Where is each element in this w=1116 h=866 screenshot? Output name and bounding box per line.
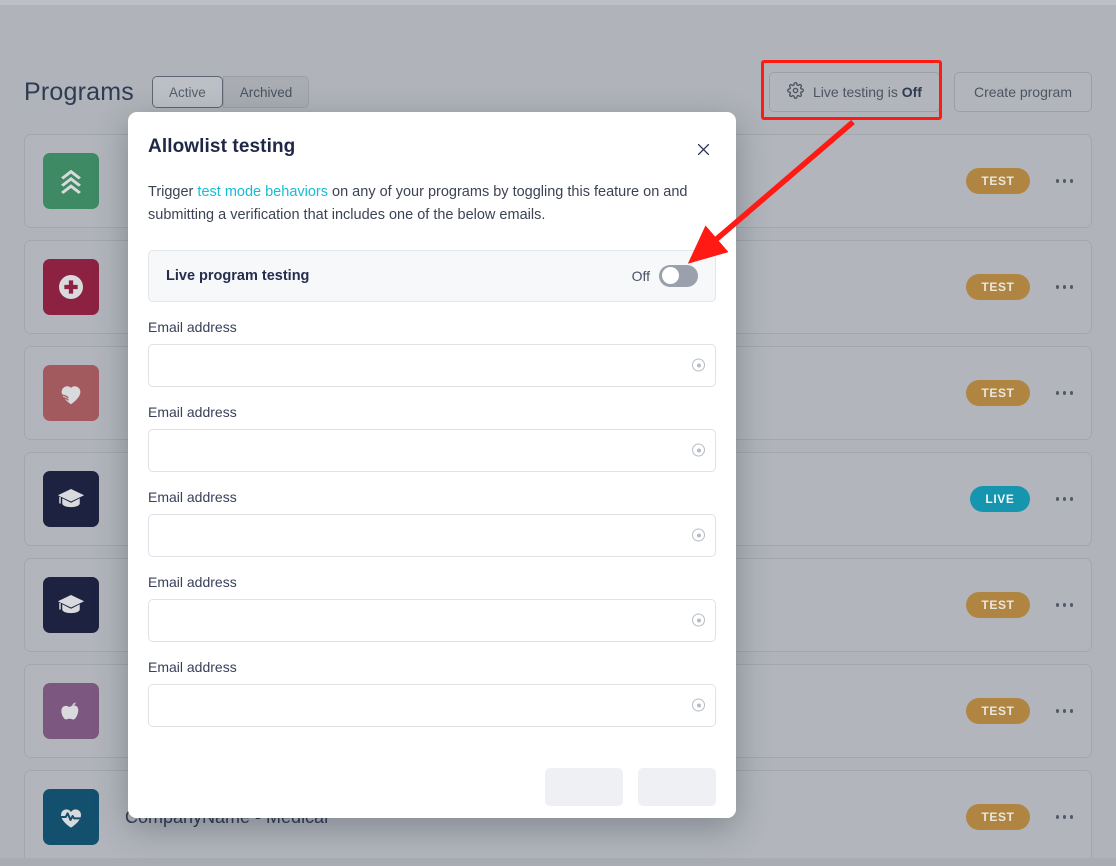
status-badge: TEST [966,804,1030,830]
email-input-wrap [148,513,716,557]
status-badge: TEST [966,592,1030,618]
toggle-knob [661,267,679,285]
description-prefix: Trigger [148,184,198,200]
screenshot-root: Programs Active Archived Live testing is… [0,0,1116,866]
tab-active[interactable]: Active [151,76,223,108]
status-badge: TEST [966,274,1030,300]
gear-icon [787,82,804,102]
program-card-actions: TEST [966,380,1073,406]
email-field-label: Email address [148,573,237,590]
email-field-group: Email address [148,574,716,642]
modal-description: Trigger test mode behaviors on any of yo… [148,181,710,228]
program-menu-button[interactable] [1055,815,1073,819]
program-menu-button[interactable] [1055,179,1073,183]
program-card-actions: TEST [966,592,1073,618]
program-card-actions: TEST [966,804,1073,830]
status-filter-tabs: Active Archived [151,76,310,108]
program-card-actions: TEST [966,168,1073,194]
email-input[interactable] [148,428,716,472]
email-input[interactable] [148,513,716,557]
tab-archived[interactable]: Archived [222,76,310,108]
program-card-actions: TEST [966,274,1073,300]
live-program-testing-label: Live program testing [166,267,310,284]
modal-primary-button[interactable] [638,768,716,806]
email-field-label: Email address [148,403,237,420]
live-testing-state: Off [901,84,922,100]
caring-hands-heart-icon [43,365,99,421]
email-input[interactable] [148,343,716,387]
bottom-edge-strip [0,858,1116,866]
email-input-wrap [148,683,716,727]
email-field-group: Email address [148,489,716,557]
program-card-actions: TEST [966,698,1073,724]
program-card-actions: LIVE [970,486,1073,512]
status-badge: LIVE [970,486,1030,512]
email-field-group: Email address [148,319,716,387]
apple-icon [43,683,99,739]
status-badge: TEST [966,380,1030,406]
program-menu-button[interactable] [1055,285,1073,289]
email-field-group: Email address [148,404,716,472]
test-mode-behaviors-link[interactable]: test mode behaviors [197,184,328,200]
modal-title: Allowlist testing [148,136,296,157]
email-field-label: Email address [148,488,237,505]
live-testing-button[interactable]: Live testing is Off [769,72,940,112]
live-testing-button-label: Live testing is Off [813,84,922,100]
heartbeat-icon [43,789,99,845]
status-badge: TEST [966,168,1030,194]
email-input[interactable] [148,683,716,727]
graduation-cap-icon [43,471,99,527]
email-input[interactable] [148,598,716,642]
allowlist-testing-modal: Allowlist testing Trigger test mode beha… [128,112,736,818]
header-actions: Live testing is Off Create program [769,72,1092,112]
target-circle-icon[interactable] [692,528,705,542]
email-field-label: Email address [148,658,237,675]
modal-footer [128,760,736,818]
live-program-testing-row: Live program testing Off [148,249,716,302]
modal-header: Allowlist testing [148,136,716,162]
live-program-testing-toggle[interactable] [659,264,698,287]
email-input-wrap [148,343,716,387]
target-circle-icon[interactable] [692,698,705,712]
target-circle-icon[interactable] [692,613,705,627]
email-input-wrap [148,428,716,472]
program-menu-button[interactable] [1055,603,1073,607]
page-title: Programs [24,77,134,106]
program-menu-button[interactable] [1055,709,1073,713]
modal-secondary-button[interactable] [545,768,623,806]
medical-cross-icon [43,259,99,315]
modal-body: Allowlist testing Trigger test mode beha… [128,112,736,818]
email-input-wrap [148,598,716,642]
create-program-button[interactable]: Create program [953,72,1092,112]
target-circle-icon[interactable] [692,443,705,457]
email-field-group: Email address [148,659,716,727]
toggle-state-label: Off [631,267,650,284]
program-menu-button[interactable] [1055,391,1073,395]
page-header: Programs Active Archived Live testing is… [24,70,1092,114]
target-circle-icon[interactable] [692,358,705,372]
graduation-cap-icon [43,577,99,633]
military-chevrons-icon [43,153,99,209]
live-testing-prefix: Live testing is [813,84,902,100]
email-field-label: Email address [148,318,237,335]
toggle-group: Off [631,264,698,287]
close-icon[interactable] [690,136,716,162]
program-menu-button[interactable] [1055,497,1073,501]
status-badge: TEST [966,698,1030,724]
